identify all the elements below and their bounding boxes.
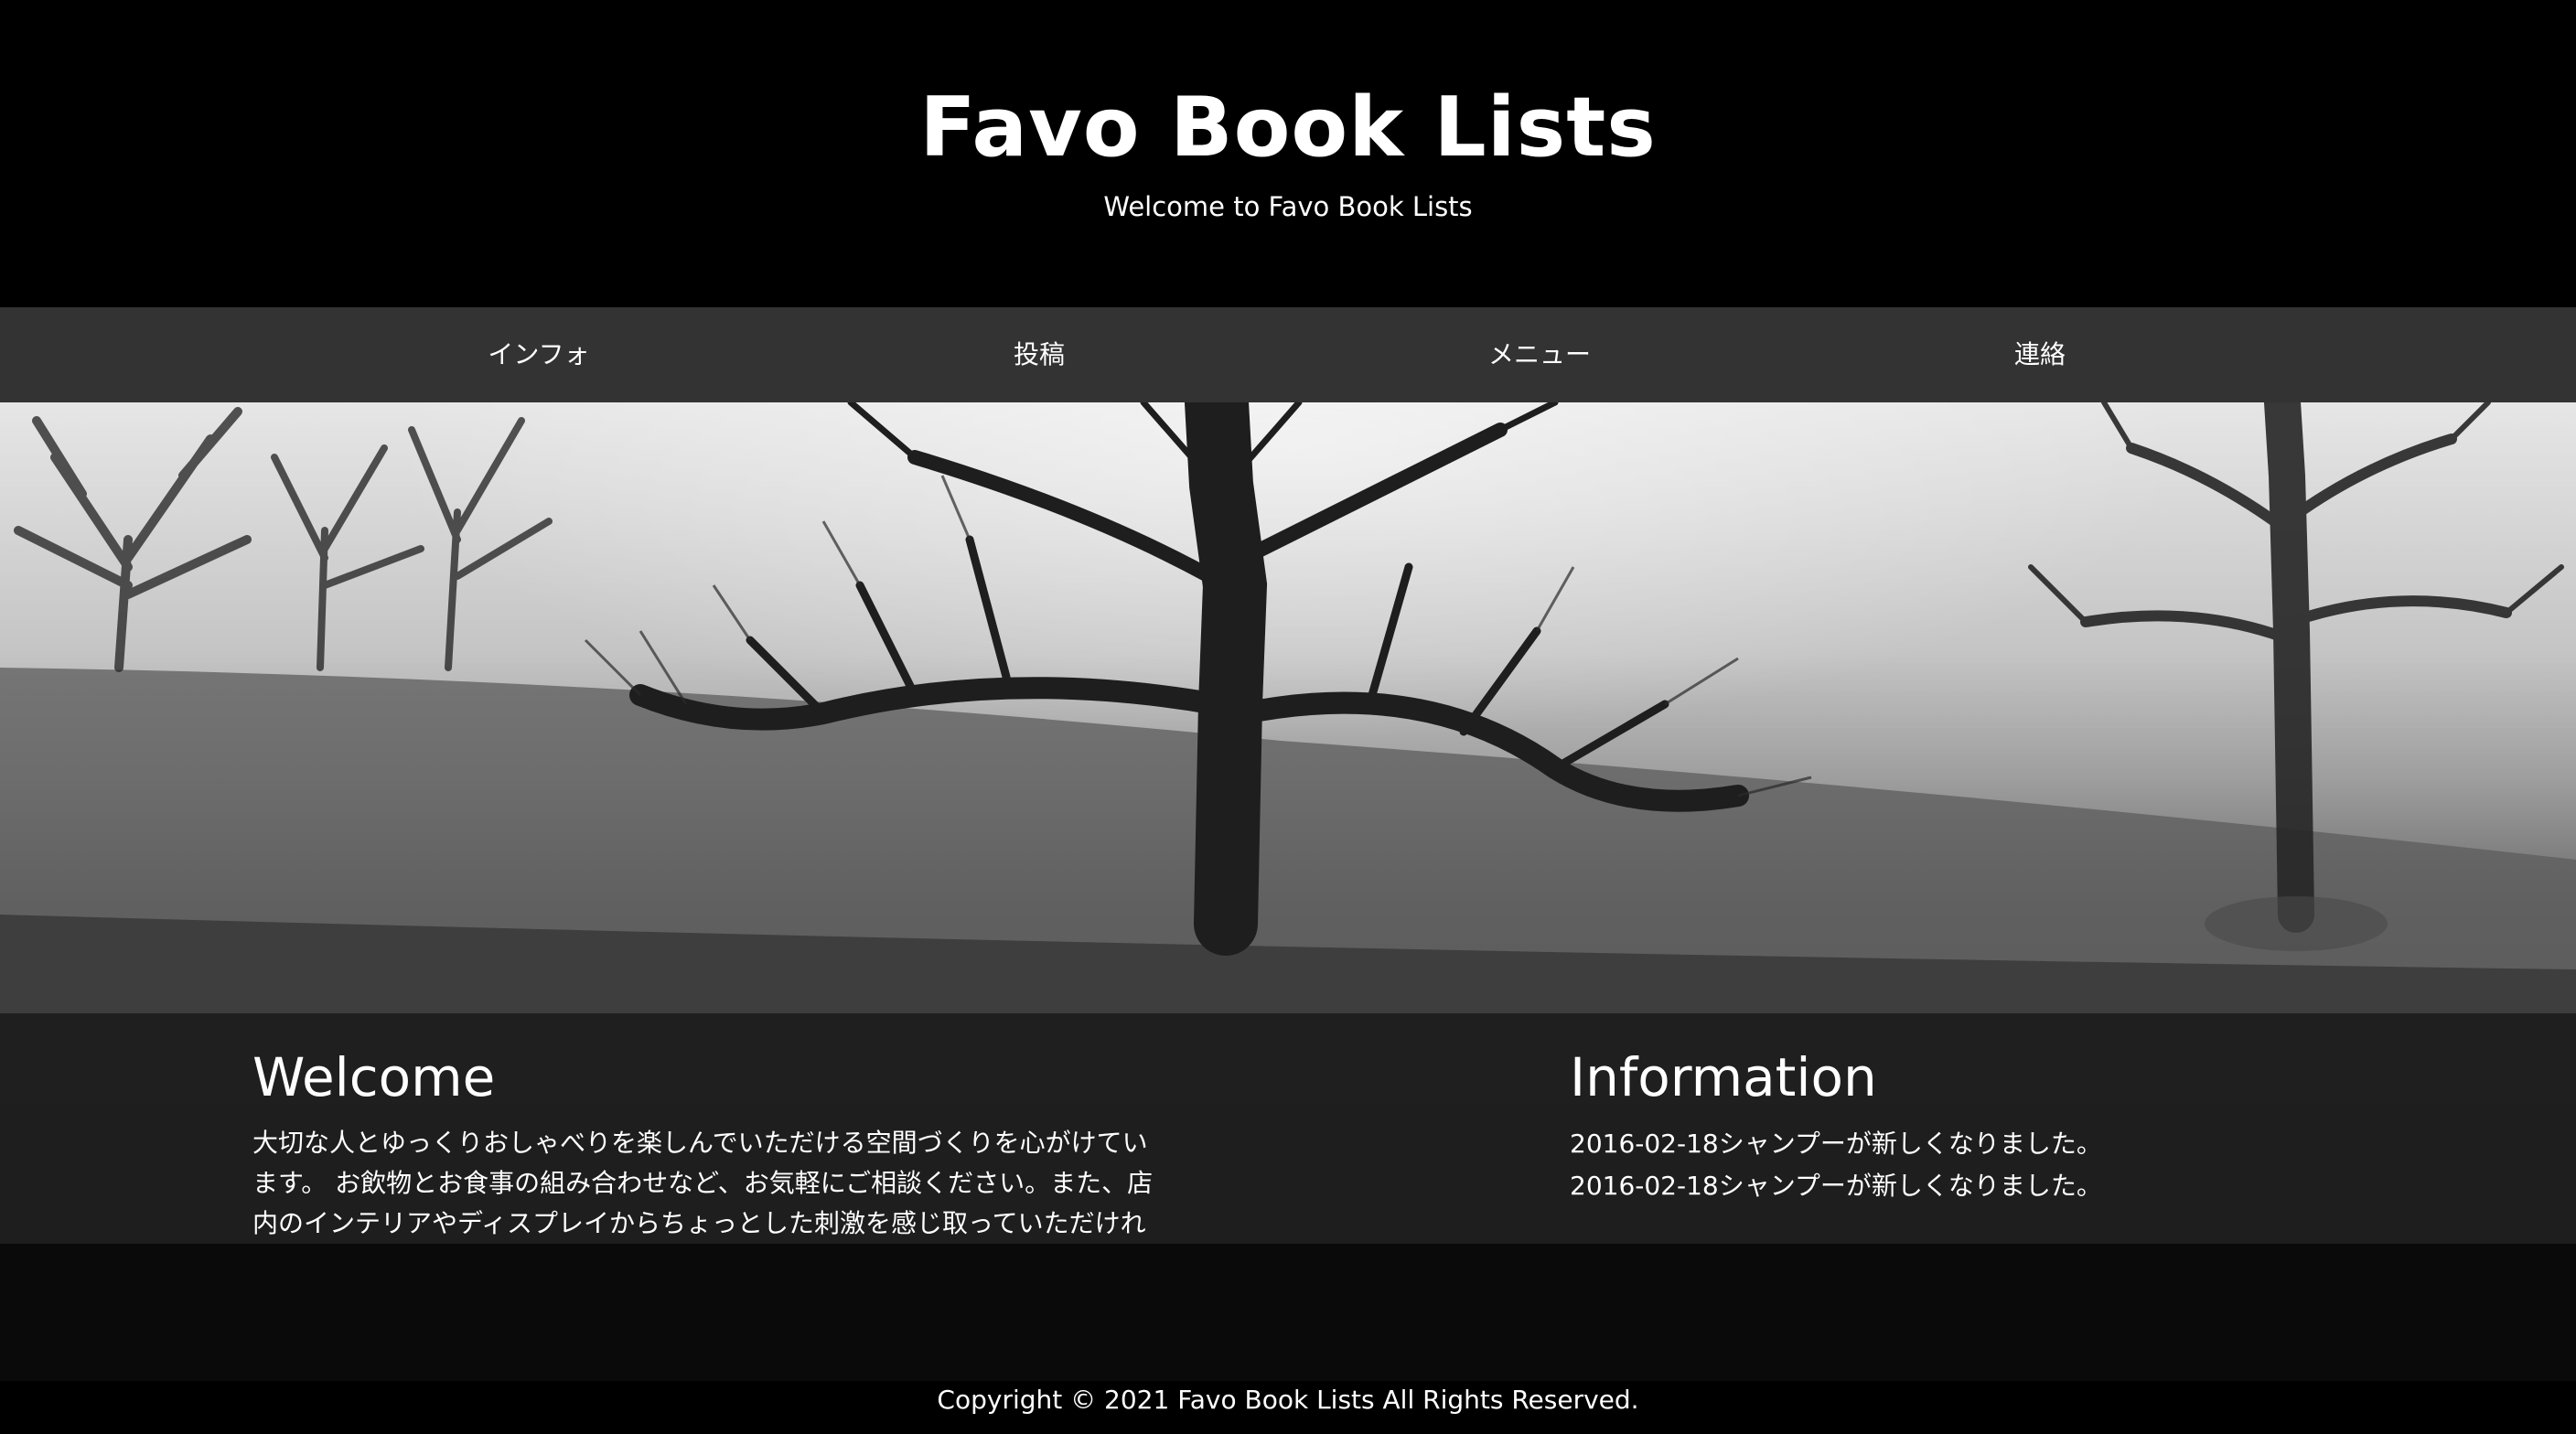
information-heading: Information — [1570, 1046, 1877, 1108]
news-item: 2016-02-18シャンプーが新しくなりました。 — [1570, 1171, 2102, 1201]
site-footer: Copyright © 2021 Favo Book Lists All Rig… — [0, 1381, 2576, 1434]
copyright-text: Copyright © 2021 Favo Book Lists All Rig… — [937, 1385, 1639, 1415]
nav-item-info[interactable]: インフォ — [356, 307, 722, 402]
nav-item-posts[interactable]: 投稿 — [856, 307, 1222, 402]
welcome-heading: Welcome — [252, 1046, 496, 1108]
site-header: Favo Book Lists Welcome to Favo Book Lis… — [0, 0, 2576, 307]
news-item: 2016-02-18シャンプーが新しくなりました。 — [1570, 1129, 2102, 1159]
site-tagline: Welcome to Favo Book Lists — [1103, 191, 1473, 222]
content-spacer — [0, 1244, 2576, 1381]
information-section: Information 2016-02-18シャンプーが新しくなりました。 20… — [1570, 1032, 2393, 1207]
nav-item-contact[interactable]: 連絡 — [1857, 307, 2223, 402]
global-nav: インフォ 投稿 メニュー 連絡 — [0, 307, 2576, 402]
nav-item-menu[interactable]: メニュー — [1357, 307, 1723, 402]
news-list: 2016-02-18シャンプーが新しくなりました。 2016-02-18シャンプ… — [1570, 1123, 2393, 1207]
site-title[interactable]: Favo Book Lists — [0, 73, 2576, 183]
